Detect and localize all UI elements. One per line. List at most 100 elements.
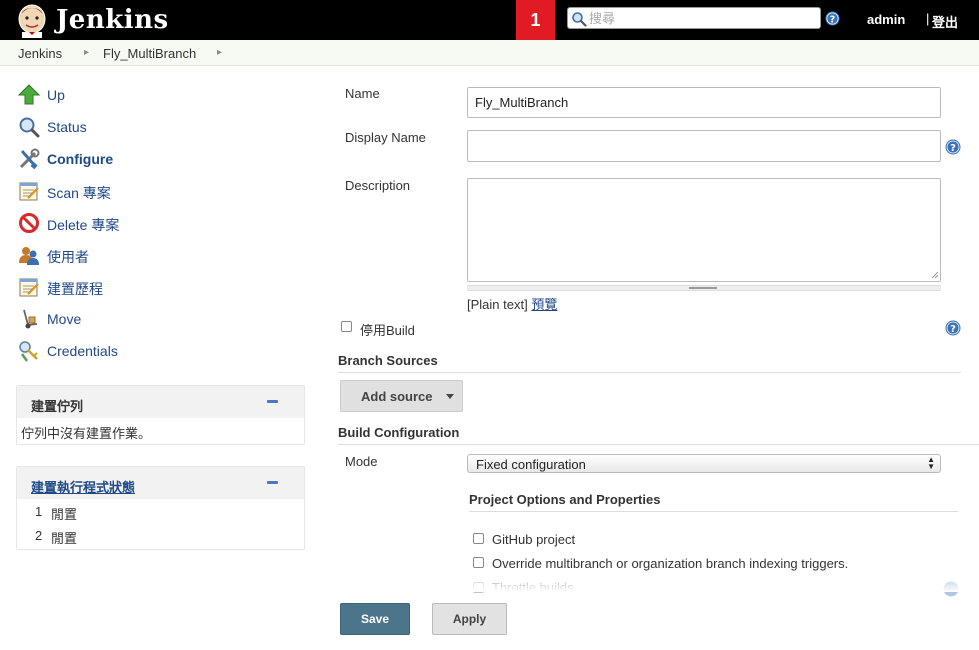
override-triggers-label: Override multibranch or organization bra… [492,556,849,571]
task-status[interactable]: Status [16,114,296,146]
preview-link[interactable]: 預覽 [531,297,557,312]
executor-header: 建置執行程式狀態 [17,467,304,499]
description-textarea[interactable] [467,178,941,282]
help-icon[interactable]: ? [945,139,961,155]
build-queue-empty: 佇列中沒有建置作業。 [21,426,152,441]
no-entry-icon [19,213,39,233]
task-build-history-label[interactable]: 建置歷程 [47,279,103,299]
collapse-icon[interactable] [267,481,278,484]
svg-text:?: ? [830,14,835,25]
help-icon[interactable]: ? [825,11,840,26]
collapse-icon[interactable] [267,400,278,403]
header-separator: | [926,11,930,26]
override-triggers-checkbox[interactable] [473,557,484,568]
build-queue-header: 建置佇列 [17,386,304,418]
help-icon[interactable]: ? [945,320,961,336]
mode-label: Mode [345,454,378,469]
task-up-label[interactable]: Up [47,87,65,103]
save-label: Save [360,612,390,626]
task-move-label[interactable]: Move [47,311,81,327]
task-scan-label[interactable]: Scan 專案 [47,183,111,203]
search-icon [572,12,587,27]
markup-format-label: [Plain text] [467,297,528,312]
name-label: Name [345,86,380,101]
search-input[interactable] [589,9,817,27]
jenkins-butler-logo[interactable] [12,2,52,38]
build-configuration-title: Build Configuration [338,425,460,440]
executor-row: 1 閒置 [17,499,304,523]
task-people-label[interactable]: 使用者 [47,247,89,267]
notification-badge[interactable]: 1 [516,0,555,40]
notepad-icon [19,278,39,297]
task-credentials[interactable]: Credentials [16,338,296,370]
grip-icon [689,287,717,289]
build-queue-title: 建置佇列 [31,399,84,414]
task-up[interactable]: Up [16,82,296,114]
resize-grip-icon[interactable] [931,271,939,279]
svg-text:?: ? [950,324,956,335]
users-icon [19,247,39,265]
top-bar: Jenkins 1 ? admin | 登出 [0,0,979,40]
task-status-label[interactable]: Status [47,119,87,135]
chevron-right-icon[interactable]: ▸ [217,47,222,58]
hand-truck-icon [23,309,38,329]
keys-icon [19,341,38,362]
section-divider [338,444,979,445]
breadcrumb-project[interactable]: Fly_MultiBranch [103,46,196,61]
user-link[interactable]: admin [867,12,905,27]
select-arrows-icon: ▲ ▼ [927,455,935,471]
side-tasks: Up Status Configure Scan 專案 Delete 專案 使用… [16,82,296,370]
disable-build-label: 停用Build [360,323,415,338]
task-delete-label[interactable]: Delete 專案 [47,215,119,235]
executor-pane: 建置執行程式狀態 1 閒置 2 閒置 [16,466,305,550]
name-field[interactable] [467,87,941,118]
task-configure[interactable]: Configure [16,146,296,178]
mode-select-value: Fixed configuration [476,457,586,472]
app-title[interactable]: Jenkins [56,2,169,38]
display-name-label: Display Name [345,130,426,145]
branch-sources-title: Branch Sources [338,353,438,368]
github-project-label: GitHub project [492,532,576,547]
task-credentials-label[interactable]: Credentials [47,343,118,359]
github-project-checkbox[interactable] [473,533,484,544]
search-box [567,7,821,29]
caret-down-icon [446,394,454,399]
markup-format: [Plain text] 預覽 [467,294,557,313]
section-divider [338,372,961,373]
notepad-icon [19,182,39,201]
apply-label: Apply [452,612,487,626]
description-label: Description [345,178,411,193]
project-options-title: Project Options and Properties [469,492,661,507]
svg-text:?: ? [950,143,956,154]
task-build-history[interactable]: 建置歷程 [16,274,296,306]
up-arrow-icon [18,84,40,105]
task-people[interactable]: 使用者 [16,242,296,274]
display-name-field[interactable] [467,130,941,162]
task-delete[interactable]: Delete 專案 [16,210,296,242]
mode-select[interactable]: Fixed configuration ▲ ▼ [467,454,941,473]
task-move[interactable]: Move [16,306,296,338]
wrench-screwdriver-icon [19,148,40,170]
task-scan[interactable]: Scan 專案 [16,178,296,210]
build-queue-pane: 建置佇列 佇列中沒有建置作業。 [16,385,305,445]
executor-number: 1 [35,504,43,519]
apply-button[interactable]: Apply [432,603,507,635]
breadcrumb: Jenkins ▸ Fly_MultiBranch ▸ [0,40,979,66]
logout-link[interactable]: 登出 [932,12,958,31]
executor-status: 閒置 [51,531,78,546]
magnifier-icon [19,117,40,138]
executor-row: 2 閒置 [17,523,304,547]
executor-number: 2 [35,528,43,543]
section-divider [469,511,958,512]
executor-status: 閒置 [51,507,78,522]
breadcrumb-jenkins[interactable]: Jenkins [18,46,62,61]
add-source-button[interactable]: Add source [340,380,463,412]
save-button[interactable]: Save [340,603,410,635]
executor-title[interactable]: 建置執行程式狀態 [31,477,135,496]
disable-build-checkbox[interactable] [341,321,352,332]
task-configure-label[interactable]: Configure [47,151,113,167]
chevron-right-icon[interactable]: ▸ [84,47,89,58]
textarea-resize-handle[interactable] [467,285,941,291]
add-source-label: Add source [361,389,433,404]
scroll-fade [330,578,979,592]
